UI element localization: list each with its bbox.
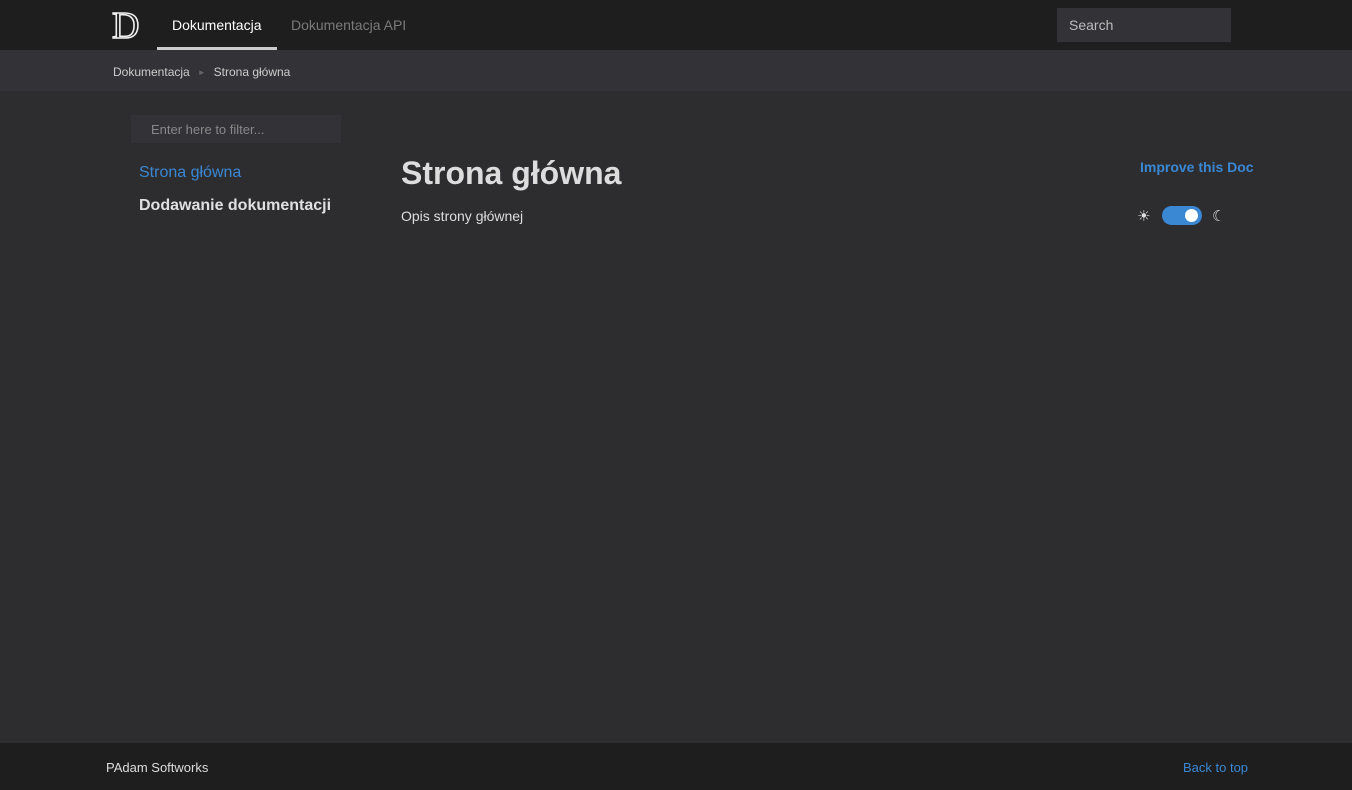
breadcrumb-item-strona-glowna[interactable]: Strona główna bbox=[214, 65, 291, 79]
tab-dokumentacja-api[interactable]: Dokumentacja API bbox=[276, 0, 421, 50]
footer-copyright: PAdam Softworks bbox=[106, 760, 209, 775]
breadcrumb-bar: Dokumentacja ► Strona główna bbox=[0, 50, 1352, 91]
sun-icon: ☀ bbox=[1137, 208, 1151, 225]
sidebar-item-strona-glowna[interactable]: Strona główna bbox=[139, 164, 241, 182]
breadcrumb: Dokumentacja ► Strona główna bbox=[113, 65, 290, 79]
sidebar-filter-input[interactable] bbox=[131, 115, 341, 143]
toggle-knob bbox=[1185, 209, 1198, 222]
tab-dokumentacja[interactable]: Dokumentacja bbox=[157, 0, 277, 50]
search-input[interactable] bbox=[1057, 8, 1231, 42]
moon-icon: ☾ bbox=[1212, 208, 1226, 225]
dark-mode-toggle[interactable] bbox=[1162, 206, 1202, 225]
sidebar-item-dodawanie-dokumentacji[interactable]: Dodawanie dokumentacji bbox=[139, 197, 331, 215]
footer: PAdam Softworks Back to top bbox=[0, 743, 1352, 790]
improve-this-doc-link[interactable]: Improve this Doc bbox=[1140, 159, 1254, 175]
docfx-logo-icon[interactable]: D bbox=[112, 7, 148, 43]
breadcrumb-separator-icon: ► bbox=[197, 67, 206, 77]
page-description: Opis strony głównej bbox=[401, 208, 524, 224]
back-to-top-link[interactable]: Back to top bbox=[1183, 760, 1248, 775]
breadcrumb-item-dokumentacja[interactable]: Dokumentacja bbox=[113, 65, 190, 79]
top-navbar: D Dokumentacja Dokumentacja API bbox=[0, 0, 1352, 50]
page-title: Strona główna bbox=[401, 155, 622, 191]
svg-text:D: D bbox=[112, 7, 139, 43]
